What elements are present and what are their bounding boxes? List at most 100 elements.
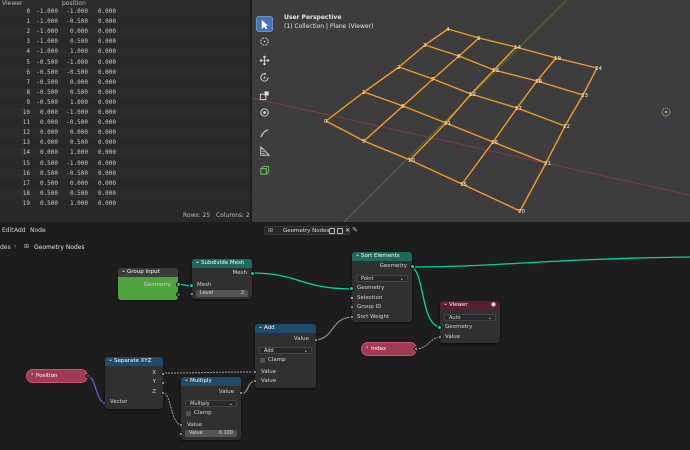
subdivide-out-mesh-socket[interactable] — [250, 271, 255, 276]
add-operation-dropdown[interactable]: Add ⌄ — [259, 347, 312, 354]
collection-info: (1) Collection | Plane (Viewer) — [284, 23, 374, 30]
menu-edit[interactable]: Edit — [2, 227, 14, 234]
mesh-edge — [582, 67, 598, 96]
group-input-empty-socket[interactable] — [176, 292, 181, 297]
scale-tool-button[interactable] — [256, 87, 273, 103]
add-cube-tool-button[interactable] — [256, 162, 273, 178]
viewer-geometry-label: Geometry — [445, 324, 473, 330]
cursor-tool-button[interactable] — [256, 33, 273, 49]
link-position-to-separate — [86, 375, 107, 404]
multiply-operation-dropdown[interactable]: Multiply ⌄ — [185, 400, 237, 407]
position-y: 1.000 — [69, 199, 88, 207]
position-node[interactable]: Position › — [26, 369, 91, 383]
multiply-operation-value: Multiply — [190, 401, 210, 407]
position-y: 0.000 — [69, 179, 88, 187]
position-z: 0.000 — [97, 68, 116, 76]
sort-group-id-label: Group ID — [357, 304, 382, 310]
position-x: 0.500 — [39, 189, 58, 197]
level-value: 2 — [240, 290, 244, 296]
duplicate-icon[interactable] — [337, 228, 343, 234]
menu-add[interactable]: Add — [14, 227, 26, 234]
position-z: 0.000 — [97, 48, 116, 56]
multiply-node[interactable]: Multiply Value Multiply ⌄ Clamp Value Va… — [178, 375, 244, 440]
row-index: 5 — [26, 58, 30, 66]
spreadsheet-editor[interactable]: Viewer position 0 -1.000 -1.000 0.000 1 -1.00… — [0, 0, 250, 222]
select-tool-button[interactable] — [256, 16, 273, 32]
sort-out-geometry-socket[interactable] — [410, 264, 415, 269]
sort-in-geometry-socket[interactable] — [349, 286, 354, 291]
table-row: 4 -1.000 1.000 0.000 — [0, 47, 250, 58]
link-subdivide-to-sort — [250, 272, 354, 290]
pin-icon[interactable]: ✎ — [352, 226, 358, 234]
multiply-clamp-checkbox[interactable] — [186, 411, 191, 416]
table-row: 16 0.500 -0.500 0.000 — [0, 168, 250, 179]
menu-node[interactable]: Node — [30, 227, 46, 234]
vertex-index-label: 20 — [518, 209, 525, 215]
breadcrumb-separator-icon: › — [14, 243, 17, 250]
position-x: -0.500 — [36, 58, 58, 66]
table-row: 5 -0.500 -1.000 0.000 — [0, 57, 250, 68]
fake-user-icon[interactable] — [329, 228, 335, 234]
measure-tool-button[interactable] — [256, 143, 273, 159]
subdivide-mesh-node[interactable]: Subdivide Mesh Mesh Mesh Level 2 — [189, 257, 255, 299]
add-node[interactable]: Add Value Add ⌄ Clamp Value Value — [252, 322, 319, 388]
viewer-domain-dropdown[interactable]: Auto ⌄ — [444, 314, 496, 321]
viewport-canvas[interactable]: 0123456789101112131415161718192021222324 — [252, 0, 690, 222]
sort-domain-dropdown[interactable]: Point ⌄ — [356, 275, 408, 282]
row-index: 18 — [22, 189, 30, 197]
viewer-geometry-socket[interactable] — [437, 325, 442, 330]
subdivide-in-mesh-label: Mesh — [197, 282, 212, 288]
multiply-value2-field[interactable]: Value 0.100 — [185, 430, 237, 437]
transform-icon — [260, 107, 269, 117]
mesh-edge — [458, 37, 480, 57]
vertex-index-label: 13 — [492, 68, 499, 74]
subdivide-in-mesh-socket[interactable] — [189, 283, 194, 288]
position-y: -0.500 — [66, 119, 88, 127]
rotate-tool-button[interactable] — [256, 69, 273, 85]
group-input-geometry-socket[interactable] — [176, 282, 181, 287]
group-input-node[interactable]: Group Input Geometry — [118, 266, 181, 300]
position-y: -1.000 — [66, 8, 88, 15]
add-clamp-checkbox[interactable] — [260, 358, 265, 363]
index-node[interactable]: Index › — [361, 342, 419, 356]
add-clamp-label: Clamp — [268, 357, 286, 363]
mesh-edge — [516, 80, 538, 109]
mesh-edge — [447, 28, 480, 39]
table-row: 13 0.000 0.500 0.000 — [0, 138, 250, 149]
position-z: 0.000 — [97, 58, 116, 66]
vertex-index-label: 22 — [563, 124, 570, 130]
eye-icon[interactable]: ◉ — [491, 301, 496, 308]
row-index: 6 — [26, 68, 30, 76]
position-x: -0.500 — [36, 68, 58, 76]
mesh-edge — [409, 122, 447, 161]
subdivide-level-field[interactable]: Level 2 — [196, 290, 248, 297]
node-editor[interactable] — [0, 224, 690, 450]
close-icon[interactable]: ✕ — [345, 227, 350, 234]
transform-tool-button[interactable] — [256, 104, 273, 120]
vertex-index-label: 0 — [324, 119, 328, 125]
node-tree-selector[interactable]: ⊞ Geometry Nodes ✕ — [264, 226, 350, 235]
position-y: -1.000 — [66, 109, 88, 116]
table-row: 0 -1.000 -1.000 0.000 — [0, 7, 250, 17]
link-add-to-sort-weight — [313, 316, 354, 341]
mesh-edge — [536, 80, 584, 96]
separate-xyz-node[interactable]: Separate XYZ X Y Z Vector — [101, 355, 166, 409]
position-z: 0.000 — [97, 38, 116, 46]
vertex-index-label: 4 — [446, 27, 450, 33]
x-axis-line — [252, 97, 690, 196]
mesh-edge — [470, 93, 518, 109]
chevron-down-icon: ⌄ — [303, 348, 308, 354]
3d-viewport[interactable]: 0 1 2 3 4 5 6 7 8 9 10 11 12 13 14 15 16 17 18 19 20 21 22 23 24 — [252, 0, 690, 222]
multiply-value-label: Value — [187, 422, 203, 428]
position-y: -1.000 — [66, 58, 88, 66]
annotate-tool-button[interactable] — [256, 125, 273, 141]
sort-elements-node[interactable]: Sort Elements Geometry Point ⌄ Geometry … — [349, 250, 415, 322]
viewer-node[interactable]: Viewer ◉ Auto ⌄ Geometry Value — [437, 299, 500, 343]
viewer-column-header: Viewer — [2, 0, 23, 7]
vertex-index-label: 1 — [362, 90, 366, 96]
move-tool-button[interactable] — [256, 52, 273, 68]
spreadsheet-header: Viewer position — [0, 0, 250, 7]
table-row: 1 -1.000 -0.500 0.000 — [0, 17, 250, 28]
vertex-index-label: 5 — [362, 139, 366, 145]
position-y: 0.000 — [69, 78, 88, 86]
